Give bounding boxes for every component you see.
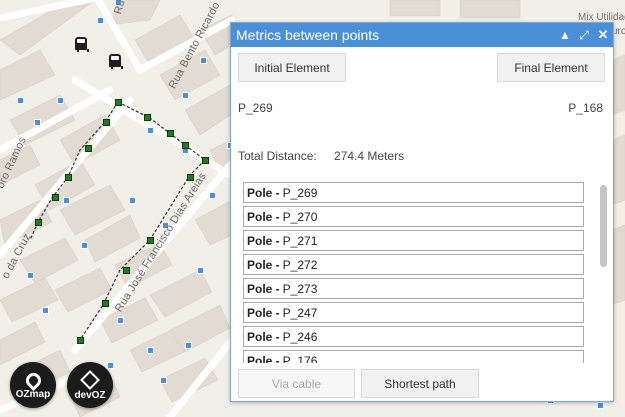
pole-type-label: Pole - <box>247 257 280 272</box>
pole-type-label: Pole - <box>247 209 280 224</box>
map-pin-icon <box>22 369 44 391</box>
network-node-marker[interactable] <box>182 92 189 99</box>
minimize-icon[interactable]: ▲ <box>556 26 574 44</box>
network-node-marker[interactable] <box>81 242 88 249</box>
bus-stop-icon[interactable] <box>109 54 123 69</box>
devoz-logo[interactable]: devOZ <box>67 362 113 408</box>
pole-marker[interactable] <box>123 267 130 274</box>
pole-marker[interactable] <box>65 174 72 181</box>
ozmap-logo[interactable]: OZmap <box>10 362 56 408</box>
network-node-marker[interactable] <box>200 57 207 64</box>
final-element-tab[interactable]: Final Element <box>497 53 605 82</box>
network-node-marker[interactable] <box>147 347 154 354</box>
final-point-value: P_168 <box>568 101 603 115</box>
pole-marker[interactable] <box>182 142 189 149</box>
scrollbar-thumb[interactable] <box>600 185 607 267</box>
distance-label: Total Distance: <box>238 149 317 163</box>
network-node-marker[interactable] <box>17 97 24 104</box>
pole-id: P_271 <box>282 233 318 248</box>
network-node-marker[interactable] <box>129 197 136 204</box>
network-node-marker[interactable] <box>42 307 49 314</box>
pole-id: P_176 <box>282 353 318 364</box>
initial-element-tab[interactable]: Initial Element <box>238 53 346 82</box>
pole-type-label: Pole - <box>247 353 280 364</box>
network-node-marker[interactable] <box>147 127 154 134</box>
pole-list-item[interactable]: Pole - P_272 <box>243 254 584 275</box>
distance-value: 274.4 Meters <box>334 149 405 163</box>
pole-marker[interactable] <box>103 119 110 126</box>
pole-type-label: Pole - <box>247 233 280 248</box>
panel-header[interactable]: Metrics between points ▲ ⤢ ✕ <box>231 23 613 47</box>
network-node-marker[interactable] <box>185 342 192 349</box>
initial-point-value: P_269 <box>238 101 273 115</box>
pole-list-item[interactable]: Pole - P_176 <box>243 350 584 363</box>
pole-id: P_270 <box>282 209 318 224</box>
pole-id: P_273 <box>282 281 318 296</box>
network-node-marker[interactable] <box>597 402 604 409</box>
pole-list-item[interactable]: Pole - P_269 <box>243 182 584 203</box>
bus-stop-icon[interactable] <box>75 37 89 52</box>
pole-id: P_247 <box>282 305 318 320</box>
network-node-marker[interactable] <box>97 17 104 24</box>
via-cable-button[interactable]: Via cable <box>238 369 355 398</box>
pole-marker[interactable] <box>115 99 122 106</box>
pole-marker[interactable] <box>52 194 59 201</box>
panel-title: Metrics between points <box>236 27 380 43</box>
pole-marker[interactable] <box>77 337 84 344</box>
pole-id: P_269 <box>282 185 318 200</box>
network-node-marker[interactable] <box>63 197 70 204</box>
network-node-marker[interactable] <box>34 119 41 126</box>
pole-list[interactable]: Pole - P_269 Pole - P_270 Pole - P_271 Pole -P… <box>241 182 586 363</box>
pole-marker[interactable] <box>144 114 151 121</box>
network-node-marker[interactable] <box>117 317 124 324</box>
pole-type-label: Pole - <box>247 281 280 296</box>
pole-marker[interactable] <box>35 219 42 226</box>
pole-list-item[interactable]: Pole - P_271 <box>243 230 584 251</box>
cube-icon <box>80 369 100 390</box>
pole-list-item[interactable]: Pole - P_273 <box>243 278 584 299</box>
pole-list-item[interactable]: Pole - P_246 <box>243 326 584 347</box>
pole-list-item[interactable]: Pole - P_270 <box>243 206 584 227</box>
pole-type-label: Pole - <box>247 185 280 200</box>
network-node-marker[interactable] <box>57 97 64 104</box>
pole-marker[interactable] <box>85 145 92 152</box>
network-node-marker[interactable] <box>197 267 204 274</box>
distance-row: Total Distance: 274.4 Meters <box>238 149 404 163</box>
metrics-panel: Metrics between points ▲ ⤢ ✕ Initial Ele… <box>230 22 614 402</box>
pole-marker[interactable] <box>167 130 174 137</box>
close-icon[interactable]: ✕ <box>594 26 612 44</box>
shortest-path-button[interactable]: Shortest path <box>361 369 479 398</box>
network-node-marker[interactable] <box>209 192 216 199</box>
pole-id: P_246 <box>282 329 318 344</box>
network-node-marker[interactable] <box>160 377 167 384</box>
network-node-marker[interactable] <box>27 272 34 279</box>
pole-list-item[interactable]: Pole - P_247 <box>243 302 584 323</box>
pole-type-label: Pole - <box>247 305 280 320</box>
maximize-icon[interactable]: ⤢ <box>575 26 593 44</box>
pole-marker[interactable] <box>102 300 109 307</box>
pole-type-label: Pole - <box>247 329 280 344</box>
scrollbar[interactable] <box>599 182 608 363</box>
pole-id: P_272 <box>282 257 318 272</box>
network-node-marker[interactable] <box>107 362 114 369</box>
pole-marker[interactable] <box>202 157 209 164</box>
